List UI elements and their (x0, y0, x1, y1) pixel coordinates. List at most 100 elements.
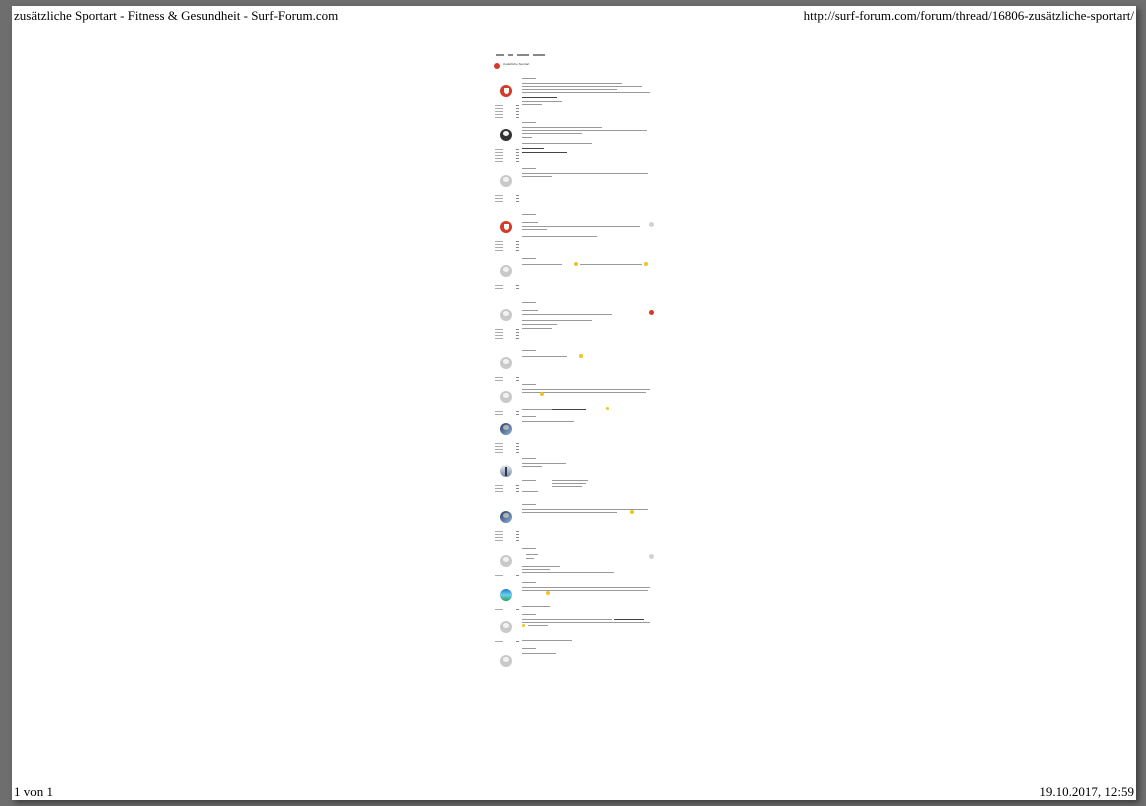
post-text-line (522, 463, 566, 464)
avatar[interactable] (500, 423, 512, 435)
post (494, 458, 654, 502)
author-stat (495, 201, 519, 202)
post-text-line (526, 558, 534, 559)
post-text-line (522, 229, 547, 230)
author-stat (495, 575, 519, 576)
post-text-line (552, 486, 582, 487)
avatar[interactable] (500, 621, 512, 633)
post-text-line (522, 466, 542, 467)
post-link[interactable] (522, 148, 544, 150)
post-text-line (522, 86, 642, 87)
breadcrumb-item[interactable] (508, 54, 513, 56)
avatar[interactable] (500, 357, 512, 369)
avatar[interactable] (500, 265, 512, 277)
avatar[interactable] (500, 511, 512, 523)
breadcrumb-item[interactable] (496, 54, 504, 56)
post-text-line (522, 389, 650, 390)
author-stat (495, 534, 519, 535)
author-stat (495, 443, 519, 444)
author-stat (495, 288, 519, 289)
post-text-line (522, 566, 560, 567)
post-text-line (522, 409, 552, 410)
smiley-icon (540, 392, 544, 396)
post-text-line (522, 590, 648, 591)
author-stat (495, 117, 519, 118)
breadcrumb-item[interactable] (533, 54, 545, 56)
author-stat (495, 332, 519, 333)
post-date (522, 582, 536, 583)
author-stat (495, 380, 519, 381)
post-text-line (522, 133, 582, 134)
author-stat (495, 338, 519, 339)
quote-author (522, 222, 538, 223)
avatar[interactable] (500, 555, 512, 567)
avatar[interactable] (500, 221, 512, 233)
post (494, 384, 654, 418)
thread-meta: — — (503, 66, 508, 68)
post-text-line (522, 236, 597, 237)
post-date (522, 648, 536, 649)
author-stat (495, 414, 519, 415)
post-date (522, 168, 536, 169)
post (494, 78, 654, 126)
smiley-icon (574, 262, 578, 266)
quote-author-icon (649, 310, 654, 315)
avatar[interactable] (500, 589, 512, 601)
post-text-line (522, 83, 622, 84)
print-footer-datetime: 19.10.2017, 12:59 (1039, 784, 1134, 799)
author-stat (495, 108, 519, 109)
avatar[interactable] (500, 465, 512, 477)
breadcrumb (496, 54, 556, 57)
avatar[interactable] (500, 85, 512, 97)
avatar[interactable] (500, 655, 512, 667)
author-stat (495, 488, 519, 489)
post-link[interactable] (614, 619, 644, 621)
breadcrumb-item[interactable] (517, 54, 529, 56)
avatar[interactable] (500, 129, 512, 141)
post (494, 258, 654, 302)
avatar[interactable] (500, 309, 512, 321)
author-stat (495, 411, 519, 412)
post (494, 350, 654, 382)
post-link[interactable] (552, 409, 586, 411)
author-stat (495, 491, 519, 492)
avatar[interactable] (500, 391, 512, 403)
post-date (522, 302, 536, 303)
post-date (522, 614, 536, 615)
author-stat (495, 161, 519, 162)
post-text-line (522, 324, 557, 325)
post-link[interactable] (522, 152, 567, 154)
author-stat (495, 335, 519, 336)
post-text-line (522, 421, 574, 422)
post-text-line (522, 640, 572, 641)
author-stat (495, 111, 519, 112)
post-text-line (522, 92, 650, 93)
author-stat (495, 537, 519, 538)
post-text-line (522, 89, 617, 90)
post-text-line (522, 143, 592, 144)
author-stat (495, 241, 519, 242)
post-text-line (522, 137, 532, 138)
author-stat (495, 446, 519, 447)
post-text-line (522, 176, 552, 177)
smiley-icon (630, 510, 634, 514)
author-stat (495, 149, 519, 150)
post-text-line (552, 480, 588, 481)
post (494, 416, 654, 456)
smiley-icon (644, 262, 648, 266)
avatar[interactable] (500, 175, 512, 187)
post-text-line (522, 226, 640, 227)
post-link[interactable] (522, 97, 557, 99)
quote-author-icon (649, 554, 654, 559)
author-stat (495, 247, 519, 248)
post-text-line (522, 512, 617, 513)
post-text-line (522, 328, 552, 329)
author-stat (495, 641, 519, 642)
author-stat (495, 250, 519, 251)
author-stat (495, 195, 519, 196)
post-date (522, 458, 536, 459)
post (494, 214, 654, 256)
author-stat (495, 244, 519, 245)
print-page: zusätzliche Sportart - Fitness & Gesundh… (12, 6, 1136, 800)
post (494, 548, 654, 580)
